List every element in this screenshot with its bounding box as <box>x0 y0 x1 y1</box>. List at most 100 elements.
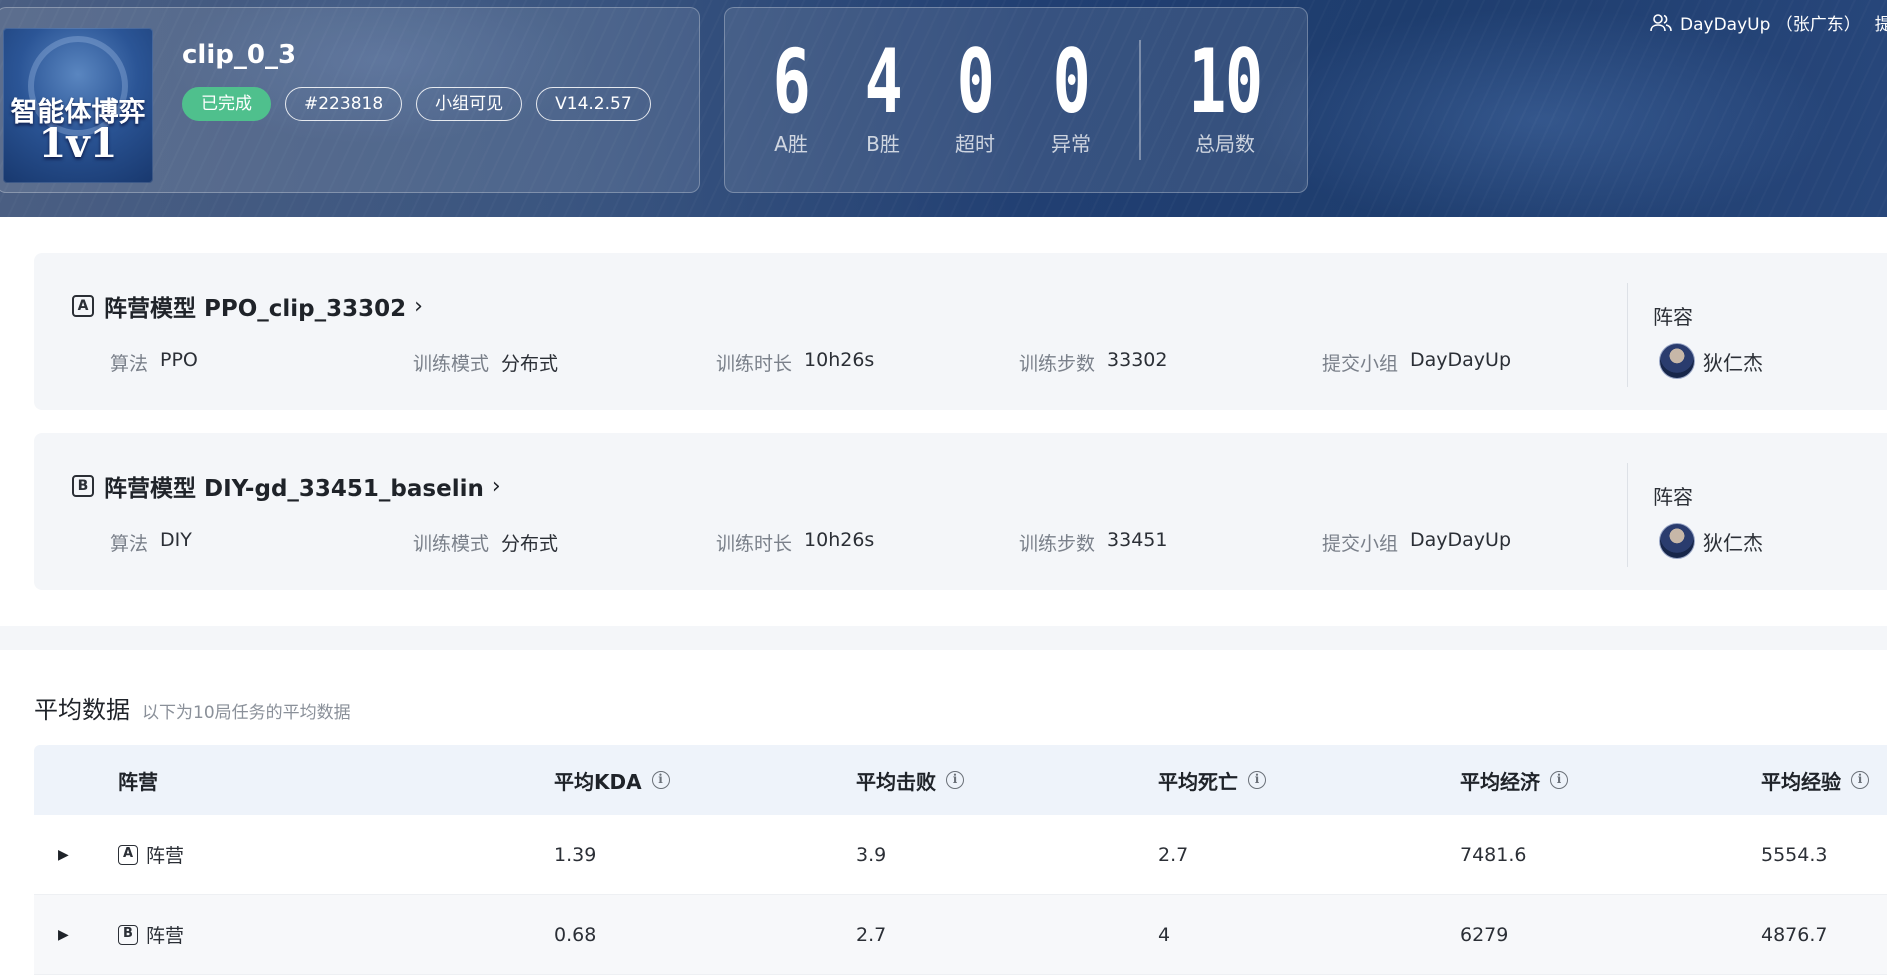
param-key: 训练步数 <box>1019 533 1096 555</box>
score-divider <box>1139 40 1141 160</box>
param-key: 提交小组 <box>1322 353 1399 375</box>
param-key: 训练模式 <box>413 353 490 375</box>
submit-link[interactable]: 提交 <box>1875 10 1887 35</box>
deaths-cell: 2.7 <box>1158 843 1189 866</box>
exp-cell: 5554.3 <box>1761 843 1828 866</box>
lineup-title: 阵容 <box>1653 305 1693 329</box>
chevron-right-icon: › <box>414 293 423 319</box>
lineup-divider <box>1627 463 1628 567</box>
lineup-hero[interactable]: 狄仁杰 <box>1659 523 1763 559</box>
table-header: 阵营 平均KDA i 平均击败 i 平均死亡 i 平均经济 i 平均经验 i <box>34 745 1887 815</box>
header-banner: 智能体博弈 1v1 clip_0_3 已完成 #223818 小组可见 V14.… <box>0 0 1887 217</box>
column-header-label: 平均死亡 <box>1158 769 1238 794</box>
param-value: 分布式 <box>501 533 559 555</box>
param-train-mode: 训练模式 分布式 <box>413 349 716 376</box>
camp-b-model-name: 阵营模型 DIY-gd_33451_baselin <box>104 476 484 502</box>
section-title: 平均数据 <box>34 696 130 724</box>
column-header-deaths: 平均死亡 i <box>1158 745 1266 815</box>
section-separator <box>0 626 1887 650</box>
user-menu[interactable]: DayDayUp （张广东） 提交 <box>1650 10 1887 35</box>
param-value: 33451 <box>1107 529 1168 551</box>
camp-badge: A <box>118 844 138 865</box>
camp-cell: B 阵营 <box>118 895 184 974</box>
param-value: 10h26s <box>804 529 875 551</box>
info-circle-icon[interactable]: i <box>1248 771 1266 789</box>
user-group-icon <box>1650 13 1672 31</box>
param-key: 提交小组 <box>1322 533 1399 555</box>
task-info-card: 智能体博弈 1v1 clip_0_3 已完成 #223818 小组可见 V14.… <box>0 7 700 193</box>
column-header-label: 平均经济 <box>1460 769 1540 794</box>
visibility-tag: 小组可见 <box>416 87 523 121</box>
score-summary-card: 6 A胜 4 B胜 0 超时 0 异常 10 总局数 <box>724 7 1308 193</box>
camp-a-model-card: A 阵营模型 PPO_clip_33302 › 算法 PPO 训练模式 分布式 训练… <box>34 253 1887 410</box>
param-key: 训练时长 <box>716 353 793 375</box>
game-logo: 智能体博弈 1v1 <box>3 28 153 183</box>
param-value: 分布式 <box>501 353 559 375</box>
param-train-duration: 训练时长 10h26s <box>716 349 1019 376</box>
camp-a-model-link[interactable]: A 阵营模型 PPO_clip_33302 › <box>72 289 423 323</box>
param-algorithm: 算法 DIY <box>110 529 413 556</box>
gold-cell: 7481.6 <box>1460 843 1527 866</box>
info-circle-icon[interactable]: i <box>651 771 670 789</box>
column-header-label: 平均KDA <box>554 769 642 794</box>
param-submit-group: 提交小组 DayDayUp <box>1322 529 1625 556</box>
param-value: DayDayUp <box>1410 349 1512 371</box>
score-b-wins: 4 B胜 <box>835 38 931 157</box>
score-error-value: 0 <box>1052 30 1091 133</box>
exp-cell: 4876.7 <box>1761 923 1828 946</box>
kills-cell: 3.9 <box>856 843 887 866</box>
info-circle-icon[interactable]: i <box>946 771 964 789</box>
camp-a-badge: A <box>72 295 94 317</box>
camp-a-params: 算法 PPO 训练模式 分布式 训练时长 10h26s 训练步数 33302 提交小组 D… <box>110 349 1625 376</box>
status-badge: 已完成 <box>182 87 271 121</box>
param-key: 训练模式 <box>413 533 490 555</box>
param-key: 训练步数 <box>1019 353 1096 375</box>
hero-avatar <box>1659 523 1695 559</box>
caret-right-icon[interactable]: ▶ <box>58 815 69 894</box>
column-header-label: 平均经验 <box>1761 769 1841 794</box>
param-value: PPO <box>160 349 198 371</box>
param-key: 算法 <box>110 353 149 375</box>
param-key: 算法 <box>110 533 149 555</box>
task-id-tag: #223818 <box>285 87 403 121</box>
column-header-label: 平均击败 <box>856 769 936 794</box>
score-a-wins: 6 A胜 <box>743 38 839 157</box>
camp-b-badge: B <box>72 475 94 497</box>
score-timeout-value: 0 <box>956 30 995 133</box>
gold-cell: 6279 <box>1460 923 1509 946</box>
hero-name: 狄仁杰 <box>1703 530 1763 555</box>
param-value: DIY <box>160 529 192 551</box>
chevron-right-icon: › <box>491 473 501 499</box>
score-total: 10 总局数 <box>1165 38 1285 157</box>
param-value: DayDayUp <box>1410 529 1512 551</box>
info-circle-icon[interactable]: i <box>1851 771 1869 789</box>
average-data-table: 阵营 平均KDA i 平均击败 i 平均死亡 i 平均经济 i 平均经验 i ▶ A 阵营… <box>34 745 1887 975</box>
column-header-kills: 平均击败 i <box>856 745 964 815</box>
caret-right-icon[interactable]: ▶ <box>58 895 69 974</box>
param-key: 训练时长 <box>716 533 793 555</box>
param-train-steps: 训练步数 33451 <box>1019 529 1322 556</box>
lineup-divider <box>1627 283 1628 387</box>
score-error: 0 异常 <box>1023 38 1119 157</box>
score-b-wins-value: 4 <box>864 30 903 133</box>
task-tags: 已完成 #223818 小组可见 V14.2.57 <box>182 87 651 121</box>
camp-badge: B <box>118 924 138 945</box>
param-value: 10h26s <box>804 349 875 371</box>
camp-cell: A 阵营 <box>118 815 184 894</box>
camp-b-model-link[interactable]: B 阵营模型 DIY-gd_33451_baselin › <box>72 469 501 503</box>
param-submit-group: 提交小组 DayDayUp <box>1322 349 1625 376</box>
info-circle-icon[interactable]: i <box>1550 771 1568 789</box>
hero-name: 狄仁杰 <box>1703 350 1763 375</box>
column-header-exp: 平均经验 i <box>1761 745 1869 815</box>
task-title: clip_0_3 <box>182 40 297 70</box>
column-header-gold: 平均经济 i <box>1460 745 1568 815</box>
lineup-hero[interactable]: 狄仁杰 <box>1659 343 1763 379</box>
hero-avatar <box>1659 343 1695 379</box>
table-row: ▶ B 阵营 0.68 2.7 4 6279 4876.7 <box>34 895 1887 975</box>
score-timeout: 0 超时 <box>927 38 1023 157</box>
deaths-cell: 4 <box>1158 923 1171 946</box>
score-a-wins-value: 6 <box>772 30 811 133</box>
kda-cell: 0.68 <box>554 923 597 946</box>
camp-label: 阵营 <box>146 925 185 947</box>
logo-text-line2: 1v1 <box>38 120 118 167</box>
